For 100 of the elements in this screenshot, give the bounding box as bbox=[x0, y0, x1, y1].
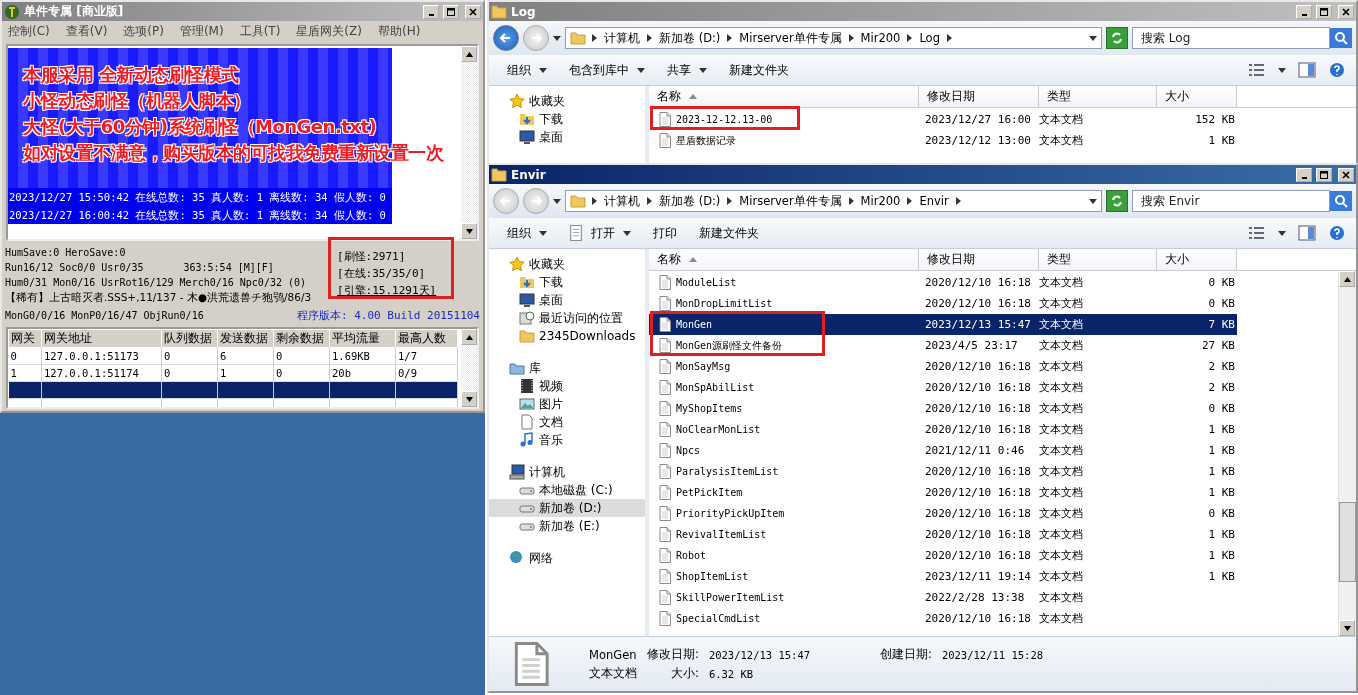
menu-item[interactable]: 工具(T) bbox=[239, 23, 281, 40]
nav-item[interactable]: 新加卷 (E:) bbox=[489, 517, 645, 535]
close-button[interactable] bbox=[1338, 167, 1354, 182]
nav-item[interactable]: 收藏夹 bbox=[489, 255, 645, 273]
menu-item[interactable]: 管理(M) bbox=[179, 23, 224, 40]
scroll-down-button[interactable] bbox=[1339, 620, 1355, 636]
help-icon[interactable] bbox=[1328, 225, 1346, 241]
file-row[interactable]: ParalysisItemList 2020/12/10 16:18 文本文档 1 KB bbox=[649, 461, 1237, 482]
column-header[interactable]: 名称 bbox=[649, 249, 919, 270]
address-bar[interactable]: 计算机 新加卷 (D:) Mirserver单件专属 Mir200 Log bbox=[565, 27, 1102, 49]
close-button[interactable] bbox=[465, 4, 481, 19]
scroll-down-button[interactable] bbox=[461, 391, 477, 407]
maximize-button[interactable] bbox=[1316, 4, 1332, 19]
breadcrumb-item[interactable]: 新加卷 (D:) bbox=[658, 193, 722, 209]
column-header[interactable]: 类型 bbox=[1039, 249, 1157, 270]
nav-item[interactable]: 下载 bbox=[489, 273, 645, 291]
file-row[interactable]: MonGen源刷怪文件备份 2023/4/5 23:17 文本文档 27 KB bbox=[649, 335, 1237, 356]
file-row[interactable]: NoClearMonList 2020/12/10 16:18 文本文档 1 KB bbox=[649, 419, 1237, 440]
breadcrumb-item[interactable]: Log bbox=[918, 31, 941, 45]
breadcrumb-item[interactable]: 新加卷 (D:) bbox=[658, 30, 722, 46]
nav-item[interactable]: 计算机 bbox=[489, 463, 645, 481]
column-header[interactable]: 大小 bbox=[1157, 249, 1237, 270]
breadcrumb-item[interactable]: Mir200 bbox=[859, 194, 902, 208]
nav-item[interactable]: 视频 bbox=[489, 377, 645, 395]
toolbar-button[interactable]: 打开 bbox=[561, 221, 639, 245]
column-header[interactable]: 平均流量 bbox=[329, 329, 396, 348]
column-header[interactable]: 修改日期 bbox=[919, 86, 1039, 107]
scroll-up-button[interactable] bbox=[461, 46, 477, 62]
toolbar-button[interactable]: 新建文件夹 bbox=[721, 58, 797, 82]
file-row[interactable]: Npcs 2021/12/11 0:46 文本文档 1 KB bbox=[649, 440, 1237, 461]
toolbar-button[interactable]: 共享 bbox=[659, 58, 715, 82]
menu-item[interactable]: 查看(V) bbox=[65, 23, 108, 40]
nav-item[interactable]: 下载 bbox=[489, 110, 645, 128]
nav-item[interactable]: 网络 bbox=[489, 549, 645, 567]
scroll-up-button[interactable] bbox=[461, 329, 477, 345]
scroll-up-button[interactable] bbox=[1339, 271, 1355, 287]
breadcrumb-item[interactable]: Mirserver单件专属 bbox=[738, 193, 843, 209]
column-header[interactable]: 网关 bbox=[8, 329, 42, 348]
file-row[interactable]: MonSayMsg 2020/12/10 16:18 文本文档 2 KB bbox=[649, 356, 1237, 377]
column-header[interactable]: 大小 bbox=[1157, 86, 1237, 107]
toolbar-button[interactable]: 新建文件夹 bbox=[691, 221, 767, 245]
column-header[interactable]: 类型 bbox=[1039, 86, 1157, 107]
file-row[interactable]: MonGen 2023/12/13 15:47 文本文档 7 KB bbox=[649, 314, 1237, 335]
view-list-icon[interactable] bbox=[1248, 225, 1266, 241]
address-bar[interactable]: 计算机 新加卷 (D:) Mirserver单件专属 Mir200 Envir bbox=[565, 190, 1102, 212]
toolbar-button[interactable]: 打印 bbox=[645, 221, 685, 245]
nav-item[interactable]: 2345Downloads bbox=[489, 327, 645, 345]
column-header[interactable]: 修改日期 bbox=[919, 249, 1039, 270]
table-row[interactable] bbox=[8, 381, 458, 399]
breadcrumb-item[interactable]: 计算机 bbox=[603, 30, 641, 46]
file-row[interactable]: Robot 2020/12/10 16:18 文本文档 1 KB bbox=[649, 545, 1237, 566]
nav-item[interactable]: 桌面 bbox=[489, 291, 645, 309]
nav-item[interactable]: 库 bbox=[489, 359, 645, 377]
preview-pane-icon[interactable] bbox=[1298, 225, 1316, 241]
file-row[interactable]: MyShopItems 2020/12/10 16:18 文本文档 0 KB bbox=[649, 398, 1237, 419]
file-row[interactable]: 星盾数据记录 2023/12/12 13:00 文本文档 1 KB bbox=[649, 130, 1237, 151]
preview-pane-icon[interactable] bbox=[1298, 62, 1316, 78]
search-button[interactable] bbox=[1330, 28, 1352, 48]
maximize-button[interactable] bbox=[1316, 167, 1332, 182]
close-button[interactable] bbox=[1338, 4, 1354, 19]
table-row[interactable]: 1 127.0.0.1:51174 0 1 0 20b 0/9 bbox=[8, 364, 458, 382]
nav-item[interactable]: 本地磁盘 (C:) bbox=[489, 481, 645, 499]
scroll-down-button[interactable] bbox=[461, 223, 477, 239]
file-row[interactable]: ModuleList 2020/12/10 16:18 文本文档 0 KB bbox=[649, 272, 1237, 293]
refresh-button[interactable] bbox=[1106, 27, 1128, 49]
file-row[interactable]: ShopItemList 2023/12/11 19:14 文本文档 1 KB bbox=[649, 566, 1237, 587]
nav-item[interactable]: 新加卷 (D:) bbox=[489, 499, 645, 517]
minimize-button[interactable] bbox=[1296, 167, 1312, 182]
search-field[interactable]: 搜索 Envir bbox=[1132, 190, 1330, 212]
column-header[interactable]: 发送数据 bbox=[217, 329, 274, 348]
breadcrumb-item[interactable]: Mir200 bbox=[859, 31, 902, 45]
menu-item[interactable]: 帮助(H) bbox=[377, 23, 421, 40]
file-row[interactable]: 2023-12-12.13-00 2023/12/27 16:00 文本文档 152 KB bbox=[649, 109, 1237, 130]
toolbar-button[interactable]: 组织 bbox=[499, 221, 555, 245]
nav-item[interactable]: 桌面 bbox=[489, 128, 645, 146]
breadcrumb-item[interactable]: Envir bbox=[918, 194, 950, 208]
minimize-button[interactable] bbox=[423, 4, 439, 19]
scrollbar-thumb[interactable] bbox=[1339, 502, 1356, 582]
file-row[interactable]: MonSpAbilList 2020/12/10 16:18 文本文档 2 KB bbox=[649, 377, 1237, 398]
table-row[interactable]: 0 127.0.0.1:51173 0 6 0 1.69KB 1/7 bbox=[8, 347, 458, 365]
help-icon[interactable] bbox=[1328, 62, 1346, 78]
search-button[interactable] bbox=[1330, 191, 1352, 211]
refresh-button[interactable] bbox=[1106, 190, 1128, 212]
maximize-button[interactable] bbox=[443, 4, 459, 19]
file-row[interactable]: PriorityPickUpItem 2020/12/10 16:18 文本文档 0 KB bbox=[649, 503, 1237, 524]
file-row[interactable]: MonDropLimitList 2020/12/10 16:18 文本文档 0 KB bbox=[649, 293, 1237, 314]
column-header[interactable]: 名称 bbox=[649, 86, 919, 107]
file-row[interactable]: RevivalItemList 2020/12/10 16:18 文本文档 1 KB bbox=[649, 524, 1237, 545]
toolbar-button[interactable]: 包含到库中 bbox=[561, 58, 653, 82]
menu-item[interactable]: 星盾网关(Z) bbox=[296, 23, 362, 40]
nav-item[interactable]: 文档 bbox=[489, 413, 645, 431]
column-header[interactable]: 队列数据 bbox=[161, 329, 218, 348]
toolbar-button[interactable]: 组织 bbox=[499, 58, 555, 82]
nav-item[interactable]: 收藏夹 bbox=[489, 92, 645, 110]
nav-item[interactable]: 音乐 bbox=[489, 431, 645, 449]
back-button[interactable] bbox=[493, 25, 519, 51]
menu-item[interactable]: 选项(P) bbox=[123, 23, 164, 40]
column-header[interactable]: 最高人数 bbox=[395, 329, 458, 348]
breadcrumb-item[interactable]: Mirserver单件专属 bbox=[738, 30, 843, 46]
search-field[interactable]: 搜索 Log bbox=[1132, 27, 1330, 49]
